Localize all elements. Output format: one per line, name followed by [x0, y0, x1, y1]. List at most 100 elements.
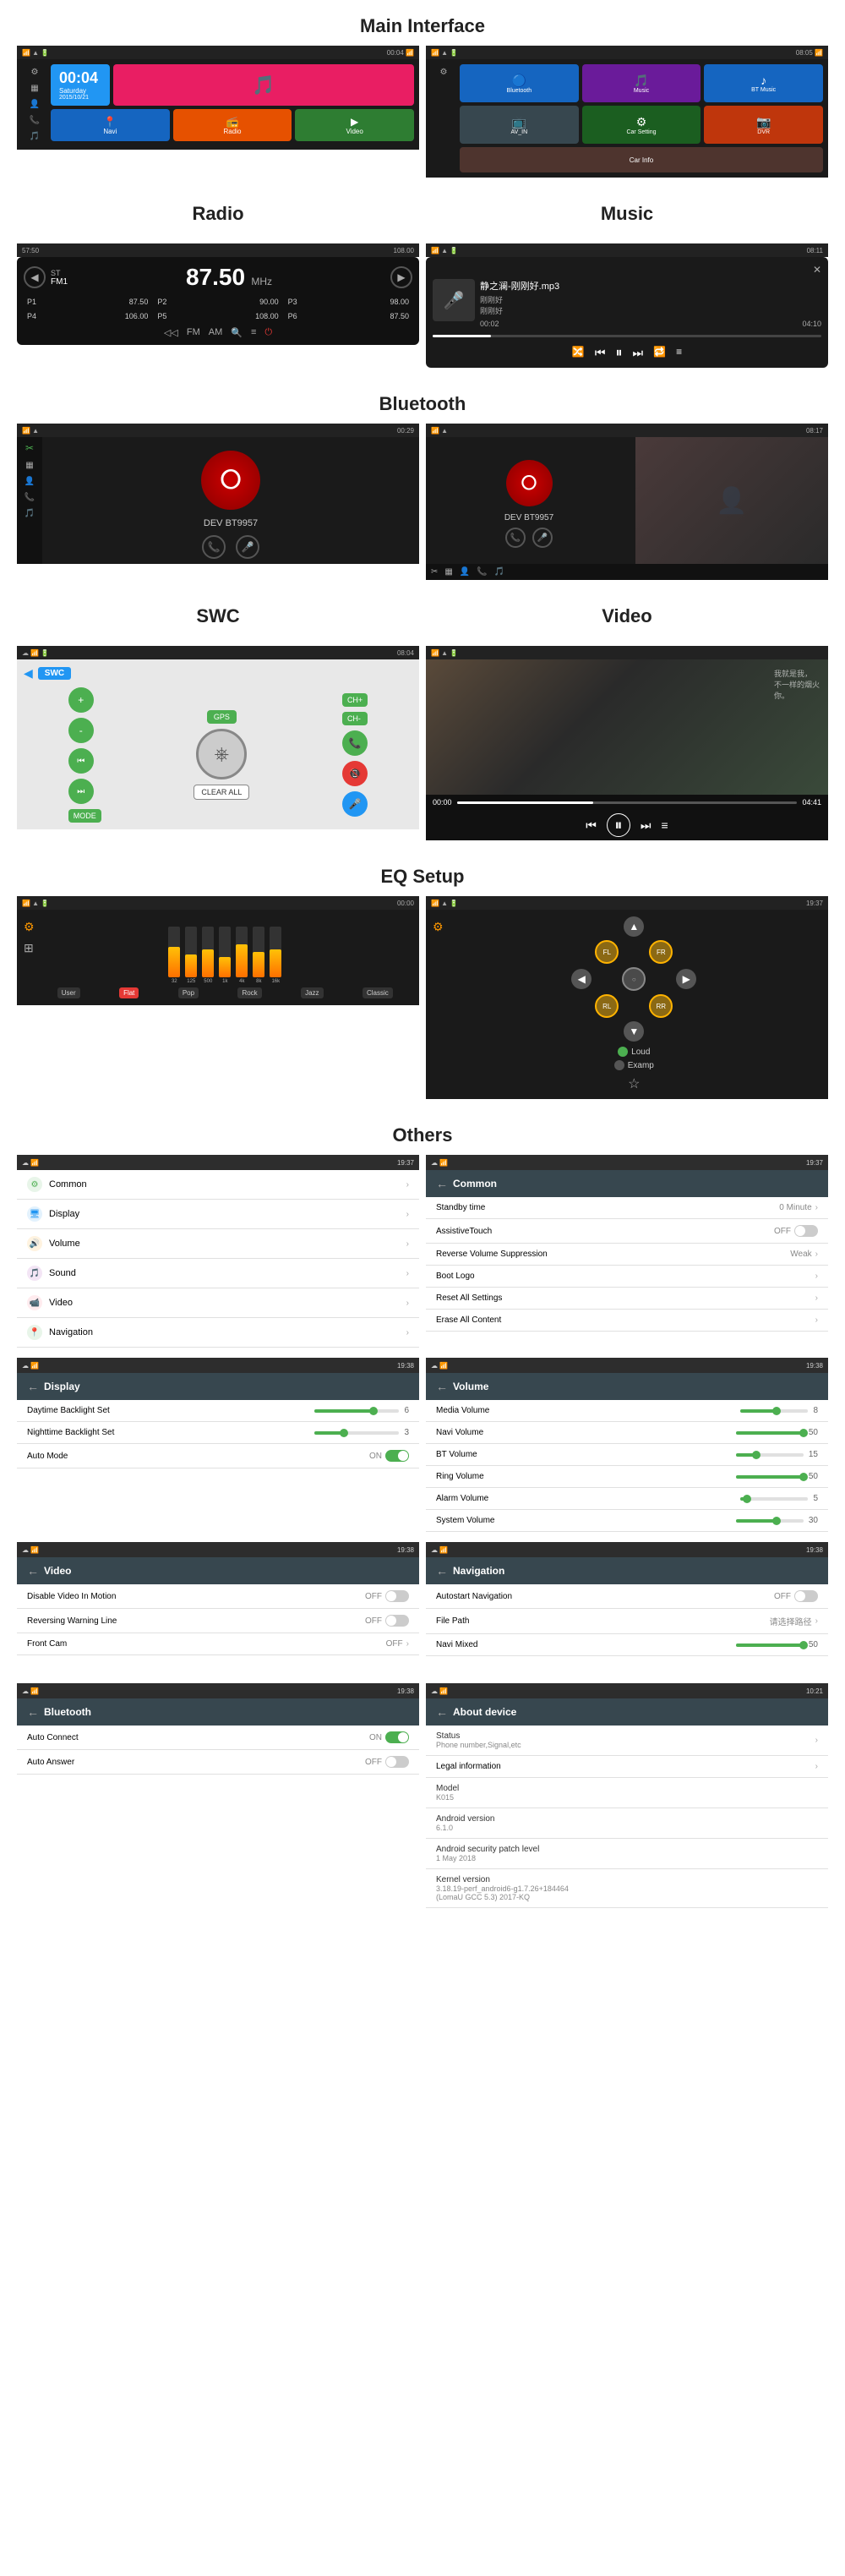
tile-car-setting[interactable]: ⚙ Car Setting: [582, 106, 701, 144]
radio-preset-p1[interactable]: P187.50: [24, 296, 151, 308]
eq-speaker-rl[interactable]: RL: [595, 994, 619, 1018]
video-settings-back-btn[interactable]: ←: [27, 1564, 39, 1578]
eq-preset-jazz[interactable]: Jazz: [301, 987, 323, 998]
swc-btn-next[interactable]: ⏭: [68, 779, 94, 804]
common-standby[interactable]: Standby time 0 Minute ›: [426, 1197, 828, 1219]
video-prev-btn[interactable]: ⏮: [586, 818, 597, 833]
common-assistive[interactable]: AssistiveTouch OFF: [426, 1219, 828, 1244]
bt-auto-connect[interactable]: Auto Connect ON: [17, 1726, 419, 1750]
about-legal[interactable]: Legal information ›: [426, 1756, 828, 1778]
music-close-btn[interactable]: ✕: [813, 264, 821, 276]
radio-fm-btn[interactable]: FM: [187, 327, 200, 338]
volume-back-btn[interactable]: ←: [436, 1380, 448, 1393]
radio-preset-p6[interactable]: P687.50: [285, 310, 412, 322]
swc-btn-vol-down[interactable]: -: [68, 718, 94, 743]
music-play-btn[interactable]: ⏸: [615, 346, 622, 361]
nav-file-path[interactable]: File Path 请选择路径 ›: [426, 1609, 828, 1634]
settings-item-display[interactable]: 🖥 Display ›: [17, 1200, 419, 1229]
tile-car-info[interactable]: Car Info: [460, 147, 823, 172]
video-reverse[interactable]: Reversing Warning Line OFF: [17, 1609, 419, 1633]
radio-next-btn[interactable]: ▶: [390, 266, 412, 288]
tile-avin[interactable]: 📺 AV_IN: [460, 106, 579, 144]
swc-btn-mode[interactable]: MODE: [68, 809, 101, 823]
eq-preset-rock[interactable]: Rock: [237, 987, 261, 998]
eq-speaker-up-btn[interactable]: ▲: [624, 916, 644, 937]
toggle-bt-auto-connect[interactable]: [385, 1731, 409, 1743]
swc-btn-vol-up[interactable]: +: [68, 687, 94, 713]
music-list-btn[interactable]: ≡: [676, 346, 682, 361]
settings-item-sound[interactable]: 🎵 Sound ›: [17, 1259, 419, 1288]
toggle-auto-mode[interactable]: [385, 1450, 409, 1462]
tile-video[interactable]: ▶ Video: [295, 109, 414, 141]
about-back-btn[interactable]: ←: [436, 1705, 448, 1719]
music-repeat-btn[interactable]: 🔁: [653, 346, 666, 361]
video-progress-bar[interactable]: [457, 801, 798, 804]
eq-preset-flat[interactable]: Flat: [119, 987, 139, 998]
toggle-assistive[interactable]: [794, 1225, 818, 1237]
swc-btn-call[interactable]: 📞: [342, 730, 368, 756]
radio-prev-btn[interactable]: ◀: [24, 266, 46, 288]
nav-back-btn[interactable]: ←: [436, 1564, 448, 1578]
settings-item-video[interactable]: 📹 Video ›: [17, 1288, 419, 1318]
music-tile-main[interactable]: 🎵: [113, 64, 414, 106]
eq-preset-pop[interactable]: Pop: [178, 987, 199, 998]
swc-btn-mic[interactable]: 🎤: [342, 791, 368, 817]
bt-btn-mic-r[interactable]: 🎤: [532, 528, 553, 548]
eq-speaker-down-btn[interactable]: ▼: [624, 1021, 644, 1042]
display-auto-mode[interactable]: Auto Mode ON: [17, 1444, 419, 1468]
eq-preset-classic[interactable]: Classic: [363, 987, 393, 998]
settings-item-volume[interactable]: 🔊 Volume ›: [17, 1229, 419, 1259]
bt-btn-phone[interactable]: 📞: [202, 535, 226, 559]
eq-speaker-fr[interactable]: FR: [649, 940, 673, 964]
radio-power-icon[interactable]: ⏻: [264, 327, 272, 338]
common-reset[interactable]: Reset All Settings ›: [426, 1288, 828, 1310]
bt-btn-mic[interactable]: 🎤: [236, 535, 259, 559]
tile-music[interactable]: 🎵 Music: [582, 64, 701, 102]
music-prev-btn[interactable]: ⏮: [595, 346, 606, 361]
tile-bt[interactable]: 🔵 Bluetooth: [460, 64, 579, 102]
video-front-cam[interactable]: Front Cam OFF ›: [17, 1633, 419, 1655]
common-erase[interactable]: Erase All Content ›: [426, 1310, 828, 1332]
tile-radio[interactable]: 📻 Radio: [173, 109, 292, 141]
bt-btn-phone-r[interactable]: 📞: [505, 528, 526, 548]
bt-settings-back-btn[interactable]: ←: [27, 1705, 39, 1719]
tile-dvr[interactable]: 📷 DVR: [704, 106, 823, 144]
settings-item-nav[interactable]: 📍 Navigation ›: [17, 1318, 419, 1348]
eq-loud-toggle[interactable]: [618, 1047, 628, 1057]
tile-navi[interactable]: 📍 Navi: [51, 109, 170, 141]
toggle-video-reverse[interactable]: [385, 1615, 409, 1627]
nav-autostart[interactable]: Autostart Navigation OFF: [426, 1584, 828, 1609]
tile-bt-music[interactable]: ♪ BT Music: [704, 64, 823, 102]
music-shuffle-btn[interactable]: 🔀: [572, 346, 585, 361]
settings-item-common[interactable]: ⚙ Common ›: [17, 1170, 419, 1200]
swc-gps-btn[interactable]: GPS: [207, 710, 237, 724]
eq-speaker-right-btn[interactable]: ▶: [676, 969, 696, 989]
common-reverse-vol[interactable]: Reverse Volume Suppression Weak ›: [426, 1244, 828, 1266]
eq-speaker-rr[interactable]: RR: [649, 994, 673, 1018]
radio-preset-p2[interactable]: P290.00: [154, 296, 281, 308]
eq-preset-user[interactable]: User: [57, 987, 80, 998]
eq-speaker-fl[interactable]: FL: [595, 940, 619, 964]
video-play-btn[interactable]: ⏸: [607, 813, 630, 837]
bt-auto-answer[interactable]: Auto Answer OFF: [17, 1750, 419, 1775]
eq-speaker-sub[interactable]: ○: [622, 967, 646, 991]
radio-preset-p5[interactable]: P5108.00: [154, 310, 281, 322]
display-back-btn[interactable]: ←: [27, 1380, 39, 1393]
video-disable[interactable]: Disable Video In Motion OFF: [17, 1584, 419, 1609]
eq-speaker-left-btn[interactable]: ◀: [571, 969, 592, 989]
common-back-btn[interactable]: ←: [436, 1177, 448, 1190]
toggle-video-disable[interactable]: [385, 1590, 409, 1602]
swc-btn-prev[interactable]: ⏮: [68, 748, 94, 774]
radio-am-btn[interactable]: AM: [209, 327, 223, 338]
swc-btn-ch-down[interactable]: CH-: [342, 712, 368, 725]
common-boot-logo[interactable]: Boot Logo ›: [426, 1266, 828, 1288]
music-next-btn[interactable]: ⏭: [633, 346, 644, 361]
toggle-nav-autostart[interactable]: [794, 1590, 818, 1602]
about-status[interactable]: Status Phone number,Signal,etc ›: [426, 1726, 828, 1756]
swc-btn-ch-up[interactable]: CH+: [342, 693, 368, 707]
radio-preset-p4[interactable]: P4106.00: [24, 310, 151, 322]
video-next-btn[interactable]: ⏭: [641, 818, 651, 833]
radio-preset-p3[interactable]: P398.00: [285, 296, 412, 308]
swc-clear-all-btn[interactable]: CLEAR ALL: [194, 785, 249, 800]
video-list-btn[interactable]: ≡: [662, 818, 668, 832]
